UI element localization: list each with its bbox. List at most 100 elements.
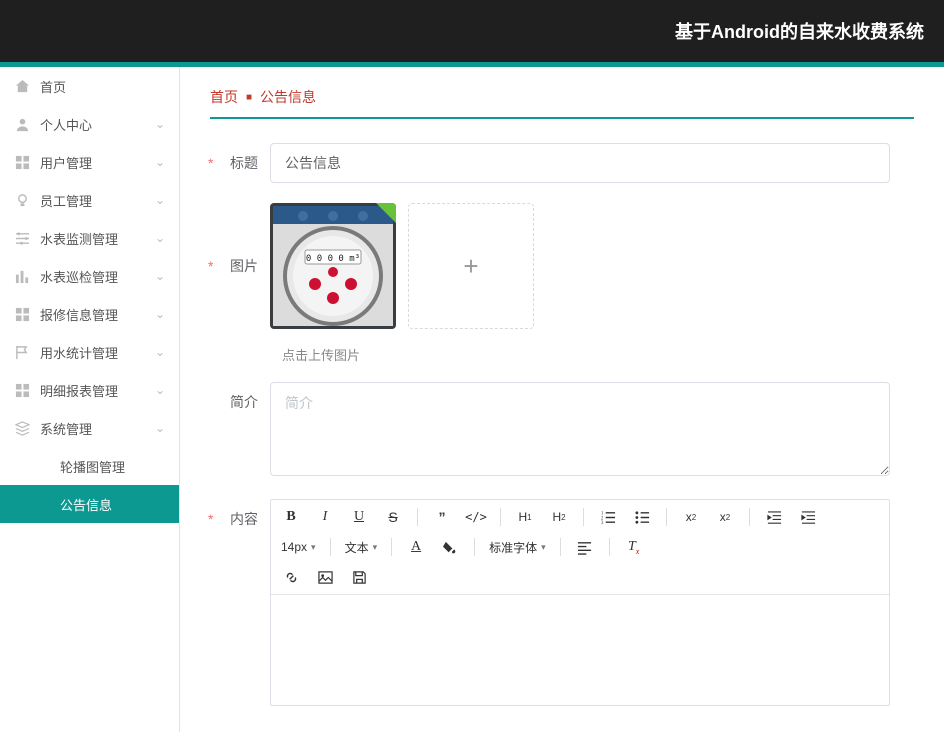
ordered-list-button[interactable]: 123 [598, 506, 618, 528]
chevron-down-icon: ⌄ [155, 117, 165, 131]
indent-button[interactable] [798, 506, 818, 528]
sidebar-item-label: 系统管理 [40, 419, 155, 438]
sidebar-item-usage[interactable]: 用水统计管理 ⌄ [0, 333, 179, 371]
separator [560, 538, 561, 556]
code-button[interactable]: </> [466, 506, 486, 528]
sidebar-item-home[interactable]: 首页 [0, 67, 179, 105]
user-icon [14, 116, 30, 132]
quote-button[interactable]: ” [432, 506, 452, 528]
chevron-down-icon: ⌄ [155, 383, 165, 397]
sidebar-item-label: 明细报表管理 [40, 381, 155, 400]
subscript-button[interactable]: x2 [681, 506, 701, 528]
separator [749, 508, 750, 526]
unordered-list-button[interactable] [632, 506, 652, 528]
separator [583, 508, 584, 526]
sidebar-item-staff[interactable]: 员工管理 ⌄ [0, 181, 179, 219]
rich-text-editor: B I U S ” </> H1 H2 123 x2 [270, 499, 890, 706]
bulb-icon [14, 192, 30, 208]
h1-button[interactable]: H1 [515, 506, 535, 528]
upload-hint: 点击上传图片 [282, 345, 914, 364]
title-label: 标题 [210, 143, 270, 183]
content-label: 内容 [210, 499, 270, 539]
home-icon [14, 78, 30, 94]
content-area: 首页 ■ 公告信息 标题 图片 [180, 67, 944, 732]
divider [210, 117, 914, 119]
font-size-select[interactable]: 14px▾ [281, 540, 316, 554]
bold-button[interactable]: B [281, 506, 301, 528]
sidebar-item-label: 报修信息管理 [40, 305, 155, 324]
link-button[interactable] [281, 566, 301, 588]
chevron-down-icon: ⌄ [155, 193, 165, 207]
superscript-button[interactable]: x2 [715, 506, 735, 528]
image-label: 图片 [210, 203, 270, 329]
app-title: 基于Android的自来水收费系统 [675, 18, 924, 44]
separator [500, 508, 501, 526]
breadcrumb: 首页 ■ 公告信息 [210, 87, 914, 107]
sidebar-item-inspect[interactable]: 水表巡检管理 ⌄ [0, 257, 179, 295]
underline-button[interactable]: U [349, 506, 369, 528]
editor-toolbar: B I U S ” </> H1 H2 123 x2 [271, 500, 889, 595]
h2-button[interactable]: H2 [549, 506, 569, 528]
breadcrumb-current: 公告信息 [260, 87, 316, 107]
stack-icon [14, 420, 30, 436]
sidebar-item-monitor[interactable]: 水表监测管理 ⌄ [0, 219, 179, 257]
form-row-title: 标题 [210, 143, 914, 183]
grid-icon [14, 306, 30, 322]
sidebar-item-profile[interactable]: 个人中心 ⌄ [0, 105, 179, 143]
sidebar-item-repair[interactable]: 报修信息管理 ⌄ [0, 295, 179, 333]
chevron-down-icon: ⌄ [155, 421, 165, 435]
grid-icon [14, 382, 30, 398]
summary-label: 简介 [210, 382, 270, 422]
sidebar-item-label: 水表监测管理 [40, 229, 155, 248]
separator [330, 538, 331, 556]
water-meter-image: 0 0 0 0 m³ [273, 206, 393, 326]
chevron-down-icon: ⌄ [155, 269, 165, 283]
title-input[interactable] [270, 143, 890, 183]
text-color-button[interactable]: A [406, 536, 426, 558]
sidebar-sub-label: 公告信息 [60, 495, 112, 514]
editor-body[interactable] [271, 595, 889, 705]
separator [474, 538, 475, 556]
summary-textarea[interactable] [270, 382, 890, 476]
font-family-select[interactable]: 标准字体▾ [489, 539, 546, 556]
sidebar-item-label: 用水统计管理 [40, 343, 155, 362]
sidebar-sub-announce[interactable]: 公告信息 [0, 485, 179, 523]
sidebar-sub-carousel[interactable]: 轮播图管理 [0, 447, 179, 485]
breadcrumb-home[interactable]: 首页 [210, 87, 238, 107]
sidebar-item-report[interactable]: 明细报表管理 ⌄ [0, 371, 179, 409]
plus-icon: + [463, 251, 478, 282]
separator [609, 538, 610, 556]
clear-format-button[interactable]: Tx [624, 536, 644, 558]
check-icon [376, 203, 396, 223]
separator [391, 538, 392, 556]
form-row-content: 内容 B I U S ” </> H1 H2 123 [210, 499, 914, 706]
separator [417, 508, 418, 526]
italic-button[interactable]: I [315, 506, 335, 528]
strike-button[interactable]: S [383, 506, 403, 528]
chevron-down-icon: ⌄ [155, 345, 165, 359]
chevron-down-icon: ⌄ [155, 307, 165, 321]
sidebar-item-users[interactable]: 用户管理 ⌄ [0, 143, 179, 181]
uploaded-image-thumb[interactable]: 0 0 0 0 m³ [270, 203, 396, 329]
sliders-icon [14, 230, 30, 246]
app-header: 基于Android的自来水收费系统 [0, 0, 944, 62]
bg-color-button[interactable] [440, 536, 460, 558]
outdent-button[interactable] [764, 506, 784, 528]
separator [666, 508, 667, 526]
sidebar-sub-label: 轮播图管理 [60, 457, 125, 476]
bars-icon [14, 268, 30, 284]
chevron-down-icon: ⌄ [155, 231, 165, 245]
svg-text:0 0 0 0 m³: 0 0 0 0 m³ [306, 254, 360, 264]
sidebar-item-system[interactable]: 系统管理 ⌄ [0, 409, 179, 447]
upload-add-button[interactable]: + [408, 203, 534, 329]
chevron-down-icon: ⌄ [155, 155, 165, 169]
sidebar: 首页 个人中心 ⌄ 用户管理 ⌄ 员工管理 ⌄ 水表 [0, 67, 180, 732]
save-button-icon[interactable] [349, 566, 369, 588]
svg-text:3: 3 [601, 521, 604, 525]
image-button[interactable] [315, 566, 335, 588]
sidebar-item-label: 水表巡检管理 [40, 267, 155, 286]
block-type-select[interactable]: 文本▾ [345, 539, 378, 556]
align-button[interactable] [575, 536, 595, 558]
form-row-summary: 简介 [210, 382, 914, 479]
grid-icon [14, 154, 30, 170]
